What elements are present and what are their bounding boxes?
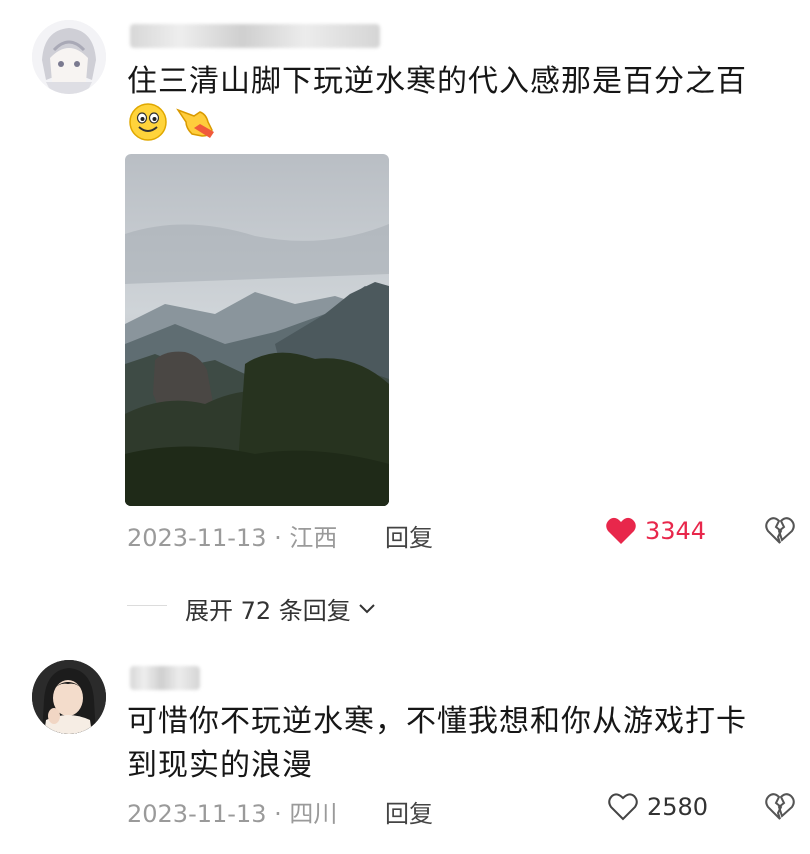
username-redacted: [130, 666, 200, 690]
chevron-down-icon: [359, 603, 375, 613]
like-count: 2580: [647, 793, 709, 821]
broken-heart-icon: [765, 517, 795, 544]
expand-replies-button[interactable]: 展开 72 条回复: [185, 591, 377, 626]
like-button[interactable]: 3344: [605, 516, 706, 546]
comment-text: 住三清山脚下玩逆水寒的代入感那是百分之百: [127, 64, 747, 99]
username-redacted: [130, 24, 380, 48]
reply-button[interactable]: 回复: [385, 518, 433, 553]
reply-button[interactable]: 回复: [385, 794, 433, 829]
avatar[interactable]: [32, 20, 106, 94]
comment-date-location: 2023-11-13 · 江西: [127, 524, 338, 552]
emoji-row: [128, 102, 218, 142]
girl-portrait-avatar-icon: [32, 660, 106, 734]
comment-date-location: 2023-11-13 · 四川: [127, 800, 338, 828]
dislike-button[interactable]: [764, 792, 796, 826]
expand-replies-label: 展开 72 条回复: [185, 597, 351, 625]
avatar[interactable]: [32, 660, 106, 734]
dislike-button[interactable]: [764, 516, 796, 550]
heart-filled-icon: [606, 517, 636, 544]
broken-heart-icon: [765, 793, 795, 820]
comment-text: 可惜你不玩逆水寒，不懂我想和你从游戏打卡到现实的浪漫: [127, 704, 747, 783]
mountain-landscape-image: [125, 154, 389, 506]
anime-avatar-icon: [32, 20, 106, 94]
heart-outline-icon: [608, 793, 638, 821]
like-button[interactable]: 2580: [607, 792, 708, 822]
like-count: 3344: [645, 517, 707, 545]
smile-face-icon: [129, 103, 167, 141]
divider-line: [127, 605, 167, 606]
mountain-photo[interactable]: [125, 154, 389, 506]
pointing-hand-icon: [176, 108, 214, 138]
